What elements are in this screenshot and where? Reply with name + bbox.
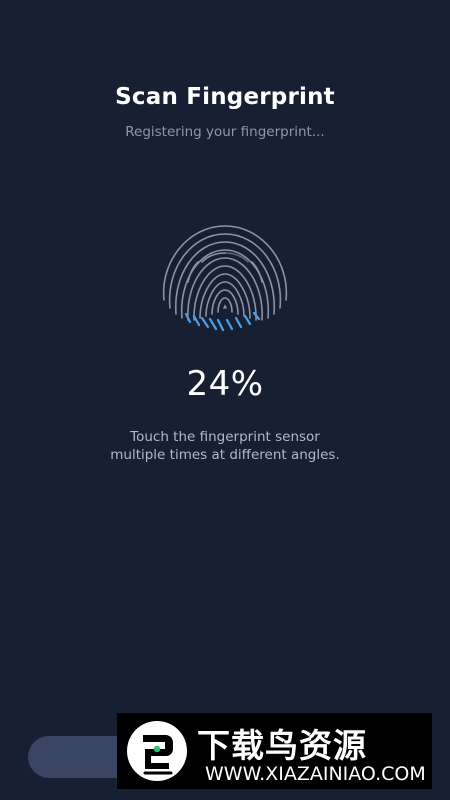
fingerprint-icon <box>158 222 292 338</box>
page-title: Scan Fingerprint <box>115 84 335 110</box>
watermark-logo-icon <box>127 721 187 781</box>
progress-percentage: 24% <box>186 364 264 404</box>
watermark-chinese-text: 下载鸟资源 <box>197 726 367 765</box>
instruction-text: Touch the fingerprint sensor multiple ti… <box>0 428 450 464</box>
instruction-line-2: multiple times at different angles. <box>110 447 340 463</box>
instruction-line-1: Touch the fingerprint sensor <box>130 429 320 445</box>
watermark-overlay: 下载鸟资源 WWW.XIAZAINIAO.COM <box>117 713 432 789</box>
watermark-url: WWW.XIAZAINIAO.COM <box>205 763 426 785</box>
page-subtitle: Registering your fingerprint... <box>125 124 325 140</box>
